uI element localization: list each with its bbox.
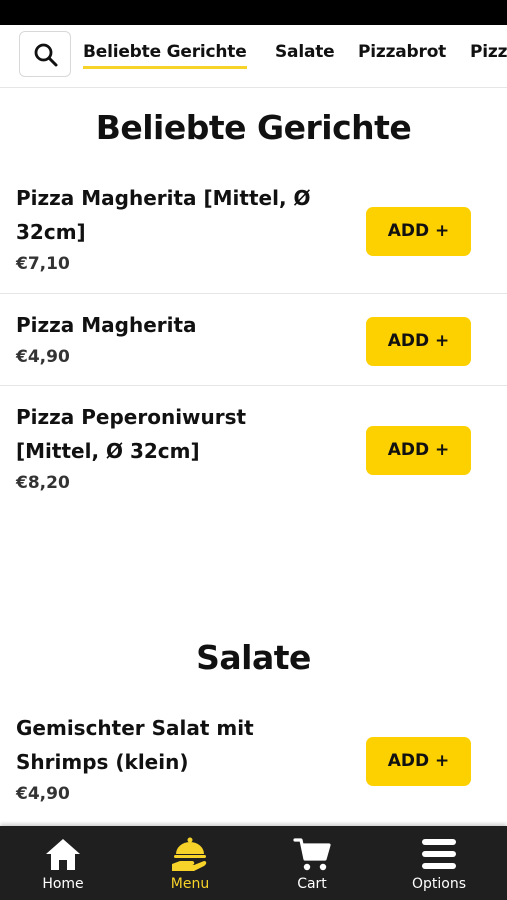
item-name: Pizza Magherita [Mittel, Ø 32cm] bbox=[16, 186, 311, 244]
category-tab-pizzabrot[interactable]: Pizzabrot bbox=[358, 42, 446, 62]
hamburger-icon bbox=[422, 839, 456, 869]
category-bar: Beliebte Gerichte Salate Pizzabrot Pizza bbox=[0, 25, 507, 88]
nav-options[interactable]: Options bbox=[376, 826, 502, 900]
add-button[interactable]: ADD + bbox=[366, 737, 471, 786]
item-name: Pizza Peperoniwurst [Mittel, Ø 32cm] bbox=[16, 405, 247, 463]
section-title: Salate bbox=[196, 638, 311, 677]
menu-item: Pizza Magherita [Mittel, Ø 32cm] €7,10 A… bbox=[0, 176, 507, 294]
nav-cart[interactable]: Cart bbox=[249, 826, 375, 900]
search-button[interactable] bbox=[19, 31, 71, 77]
item-name: Gemischter Salat mit Shrimps (klein) bbox=[16, 716, 254, 774]
menu-item: Pizza Magherita €4,90 ADD + bbox=[0, 294, 507, 386]
nav-label: Home bbox=[42, 876, 84, 892]
bottom-nav: Home Menu Cart Options bbox=[0, 826, 507, 900]
item-price: €7,10 bbox=[16, 254, 70, 274]
cart-icon bbox=[293, 838, 331, 871]
search-icon bbox=[34, 43, 58, 67]
menu-item: Gemischter Salat mit Shrimps (klein) €4,… bbox=[0, 706, 507, 826]
category-tab-salate[interactable]: Salate bbox=[275, 42, 335, 62]
add-button[interactable]: ADD + bbox=[366, 207, 471, 256]
category-tab-pizza[interactable]: Pizza bbox=[470, 42, 507, 62]
nav-home[interactable]: Home bbox=[0, 826, 126, 900]
home-icon bbox=[46, 839, 80, 870]
nav-label: Menu bbox=[170, 876, 210, 892]
nav-label: Options bbox=[411, 876, 467, 892]
section-title: Beliebte Gerichte bbox=[95, 108, 412, 147]
status-bar bbox=[0, 0, 507, 25]
item-price: €8,20 bbox=[16, 473, 70, 493]
nav-label: Cart bbox=[297, 876, 327, 892]
menu-item: Pizza Peperoniwurst [Mittel, Ø 32cm] €8,… bbox=[0, 386, 507, 506]
nav-menu[interactable]: Menu bbox=[127, 826, 253, 900]
item-price: €4,90 bbox=[16, 347, 70, 367]
item-price: €4,90 bbox=[16, 784, 70, 804]
item-name: Pizza Magherita bbox=[16, 313, 197, 337]
add-button[interactable]: ADD + bbox=[366, 426, 471, 475]
category-tab-beliebte-gerichte[interactable]: Beliebte Gerichte bbox=[83, 42, 247, 69]
add-button[interactable]: ADD + bbox=[366, 317, 471, 366]
menu-cloche-icon bbox=[172, 837, 207, 871]
